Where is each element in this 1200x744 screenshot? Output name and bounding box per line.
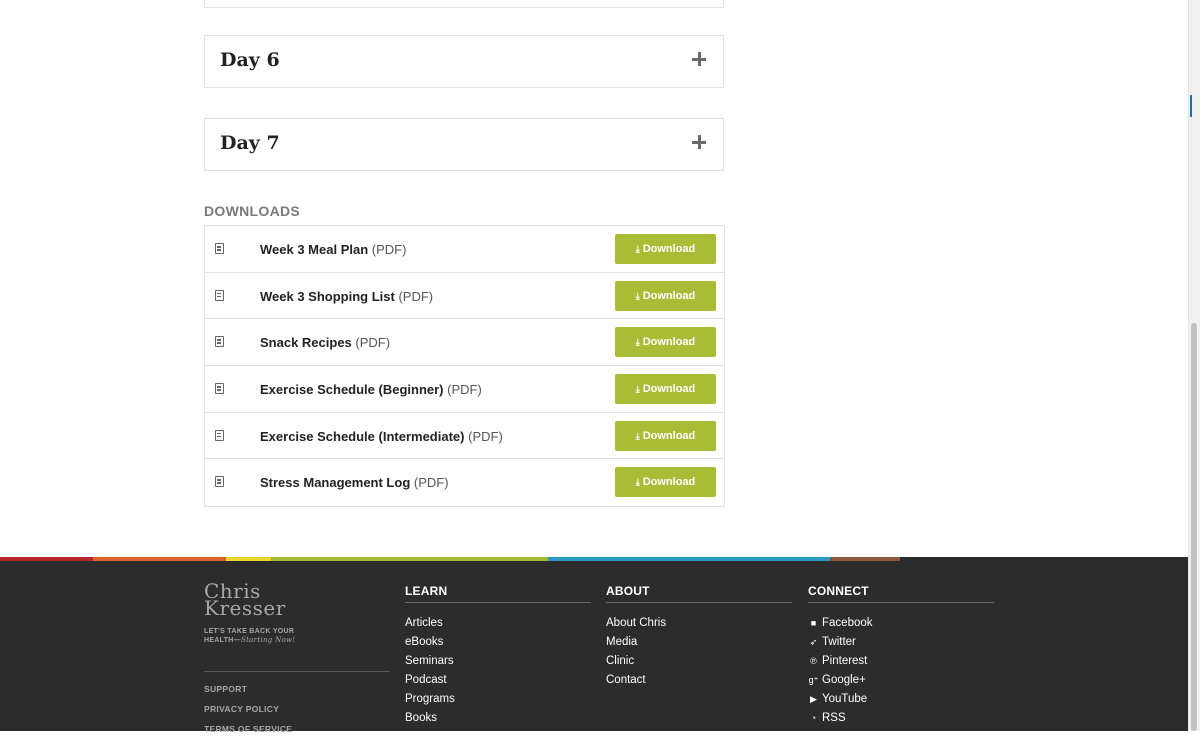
footer-link-facebook[interactable]: ■ Facebook (808, 617, 994, 636)
brand-logo[interactable]: Chris Kresser LET'S TAKE BACK YOUR HEALT… (204, 579, 390, 645)
download-row: Stress Management Log (PDF) ⤓ Download (205, 459, 724, 506)
download-row: Snack Recipes (PDF) ⤓ Download (205, 319, 724, 367)
download-button[interactable]: ⤓ Download (615, 467, 716, 498)
download-arrow-icon: ⤓ (635, 430, 640, 441)
accordion-day-7[interactable]: Day 7 (204, 118, 724, 171)
accordion-title: Day 7 (220, 132, 280, 154)
footer-link-twitter[interactable]: ➶ Twitter (808, 636, 994, 655)
download-name: Exercise Schedule (Beginner) (PDF) (260, 382, 482, 398)
download-arrow-icon: ⤓ (635, 384, 640, 395)
footer-link-podcast[interactable]: Podcast (405, 674, 591, 693)
accordion-day-6[interactable]: Day 6 (204, 35, 724, 88)
downloads-table: Week 3 Meal Plan (PDF) ⤓ Download Week 3 … (204, 225, 725, 508)
footer-link-google-plus[interactable]: g⁺ Google+ (808, 674, 994, 693)
facebook-icon: ■ (810, 618, 817, 628)
scroll-marker (1190, 95, 1192, 117)
footer-column-learn: LEARN Articles eBooks Seminars Podcast P… (405, 584, 591, 731)
download-arrow-icon: ⤓ (635, 477, 640, 488)
google-plus-icon: g⁺ (808, 675, 819, 685)
download-row: Week 3 Meal Plan (PDF) ⤓ Download (205, 226, 724, 273)
youtube-icon: ▶ (810, 694, 817, 704)
scrollbar-thumb[interactable] (1191, 323, 1197, 731)
legal-links: SUPPORT PRIVACY POLICY TERMS OF SERVICE (204, 684, 292, 744)
download-row: Exercise Schedule (Beginner) (PDF) ⤓ Down… (205, 366, 724, 413)
download-name: Exercise Schedule (Intermediate) (PDF) (260, 428, 503, 444)
footer-link-youtube[interactable]: ▶ YouTube (808, 693, 994, 712)
document-icon (215, 383, 224, 395)
document-icon (215, 429, 224, 441)
download-button[interactable]: ⤓ Download (615, 327, 716, 358)
footer-link-about-chris[interactable]: About Chris (606, 617, 792, 636)
download-name: Stress Management Log (PDF) (260, 475, 449, 491)
accordion-panel-previous (204, 0, 724, 8)
terms-of-service-link[interactable]: TERMS OF SERVICE (204, 724, 292, 734)
download-button[interactable]: ⤓ Download (615, 280, 716, 311)
divider (204, 671, 390, 672)
footer-link-seminars[interactable]: Seminars (405, 655, 591, 674)
download-arrow-icon: ⤓ (635, 290, 640, 301)
twitter-icon: ➶ (809, 637, 818, 647)
footer-heading: ABOUT (606, 584, 792, 603)
document-icon (215, 289, 224, 301)
footer-heading: CONNECT (808, 584, 994, 603)
document-icon (215, 336, 224, 348)
accordion-title: Day 6 (220, 49, 280, 71)
download-arrow-icon: ⤓ (635, 337, 640, 348)
download-row: Exercise Schedule (Intermediate) (PDF) ⤓… (205, 413, 724, 460)
footer-column-about: ABOUT About Chris Media Clinic Contact (606, 584, 792, 693)
footer-link-articles[interactable]: Articles (405, 617, 591, 636)
document-icon (215, 243, 224, 254)
footer-link-books[interactable]: Books (405, 712, 591, 731)
rss-icon: ◔ (810, 713, 817, 723)
download-name: Week 3 Meal Plan (PDF) (260, 242, 407, 257)
footer-column-connect: CONNECT ■ Facebook ➶ Twitter ℗ Pinterest g⁺… (808, 584, 994, 731)
document-icon (215, 476, 224, 488)
site-footer: Chris Kresser LET'S TAKE BACK YOUR HEALT… (0, 561, 1188, 734)
footer-link-contact[interactable]: Contact (606, 674, 792, 693)
plus-icon[interactable] (692, 135, 706, 149)
pinterest-icon: ℗ (810, 656, 817, 666)
downloads-heading: DOWNLOADS (204, 203, 301, 219)
brand-tagline: LET'S TAKE BACK YOUR HEALTH—Starting Now… (204, 628, 296, 644)
download-name: Week 3 Shopping List (PDF) (260, 288, 434, 304)
plus-icon[interactable] (692, 52, 706, 66)
download-name: Snack Recipes (PDF) (260, 335, 391, 351)
download-button[interactable]: ⤓ Download (615, 234, 716, 264)
privacy-policy-link[interactable]: PRIVACY POLICY (204, 704, 292, 714)
download-button[interactable]: ⤓ Download (615, 420, 716, 451)
footer-link-media[interactable]: Media (606, 636, 792, 655)
main-content: Day 6 Day 7 DOWNLOADS Week 3 Meal Plan (… (0, 0, 1188, 557)
footer-heading: LEARN (405, 584, 591, 603)
footer-link-pinterest[interactable]: ℗ Pinterest (808, 655, 994, 674)
footer-link-clinic[interactable]: Clinic (606, 655, 792, 674)
support-link[interactable]: SUPPORT (204, 684, 292, 694)
brand-name: Chris Kresser (204, 579, 286, 620)
footer-link-rss[interactable]: ◔ RSS (808, 712, 994, 731)
page-scrollbar[interactable] (1188, 0, 1200, 731)
download-row: Week 3 Shopping List (PDF) ⤓ Download (205, 273, 724, 320)
footer-link-programs[interactable]: Programs (405, 693, 591, 712)
download-button[interactable]: ⤓ Download (615, 374, 716, 405)
download-arrow-icon: ⤓ (635, 244, 640, 254)
footer-link-ebooks[interactable]: eBooks (405, 636, 591, 655)
